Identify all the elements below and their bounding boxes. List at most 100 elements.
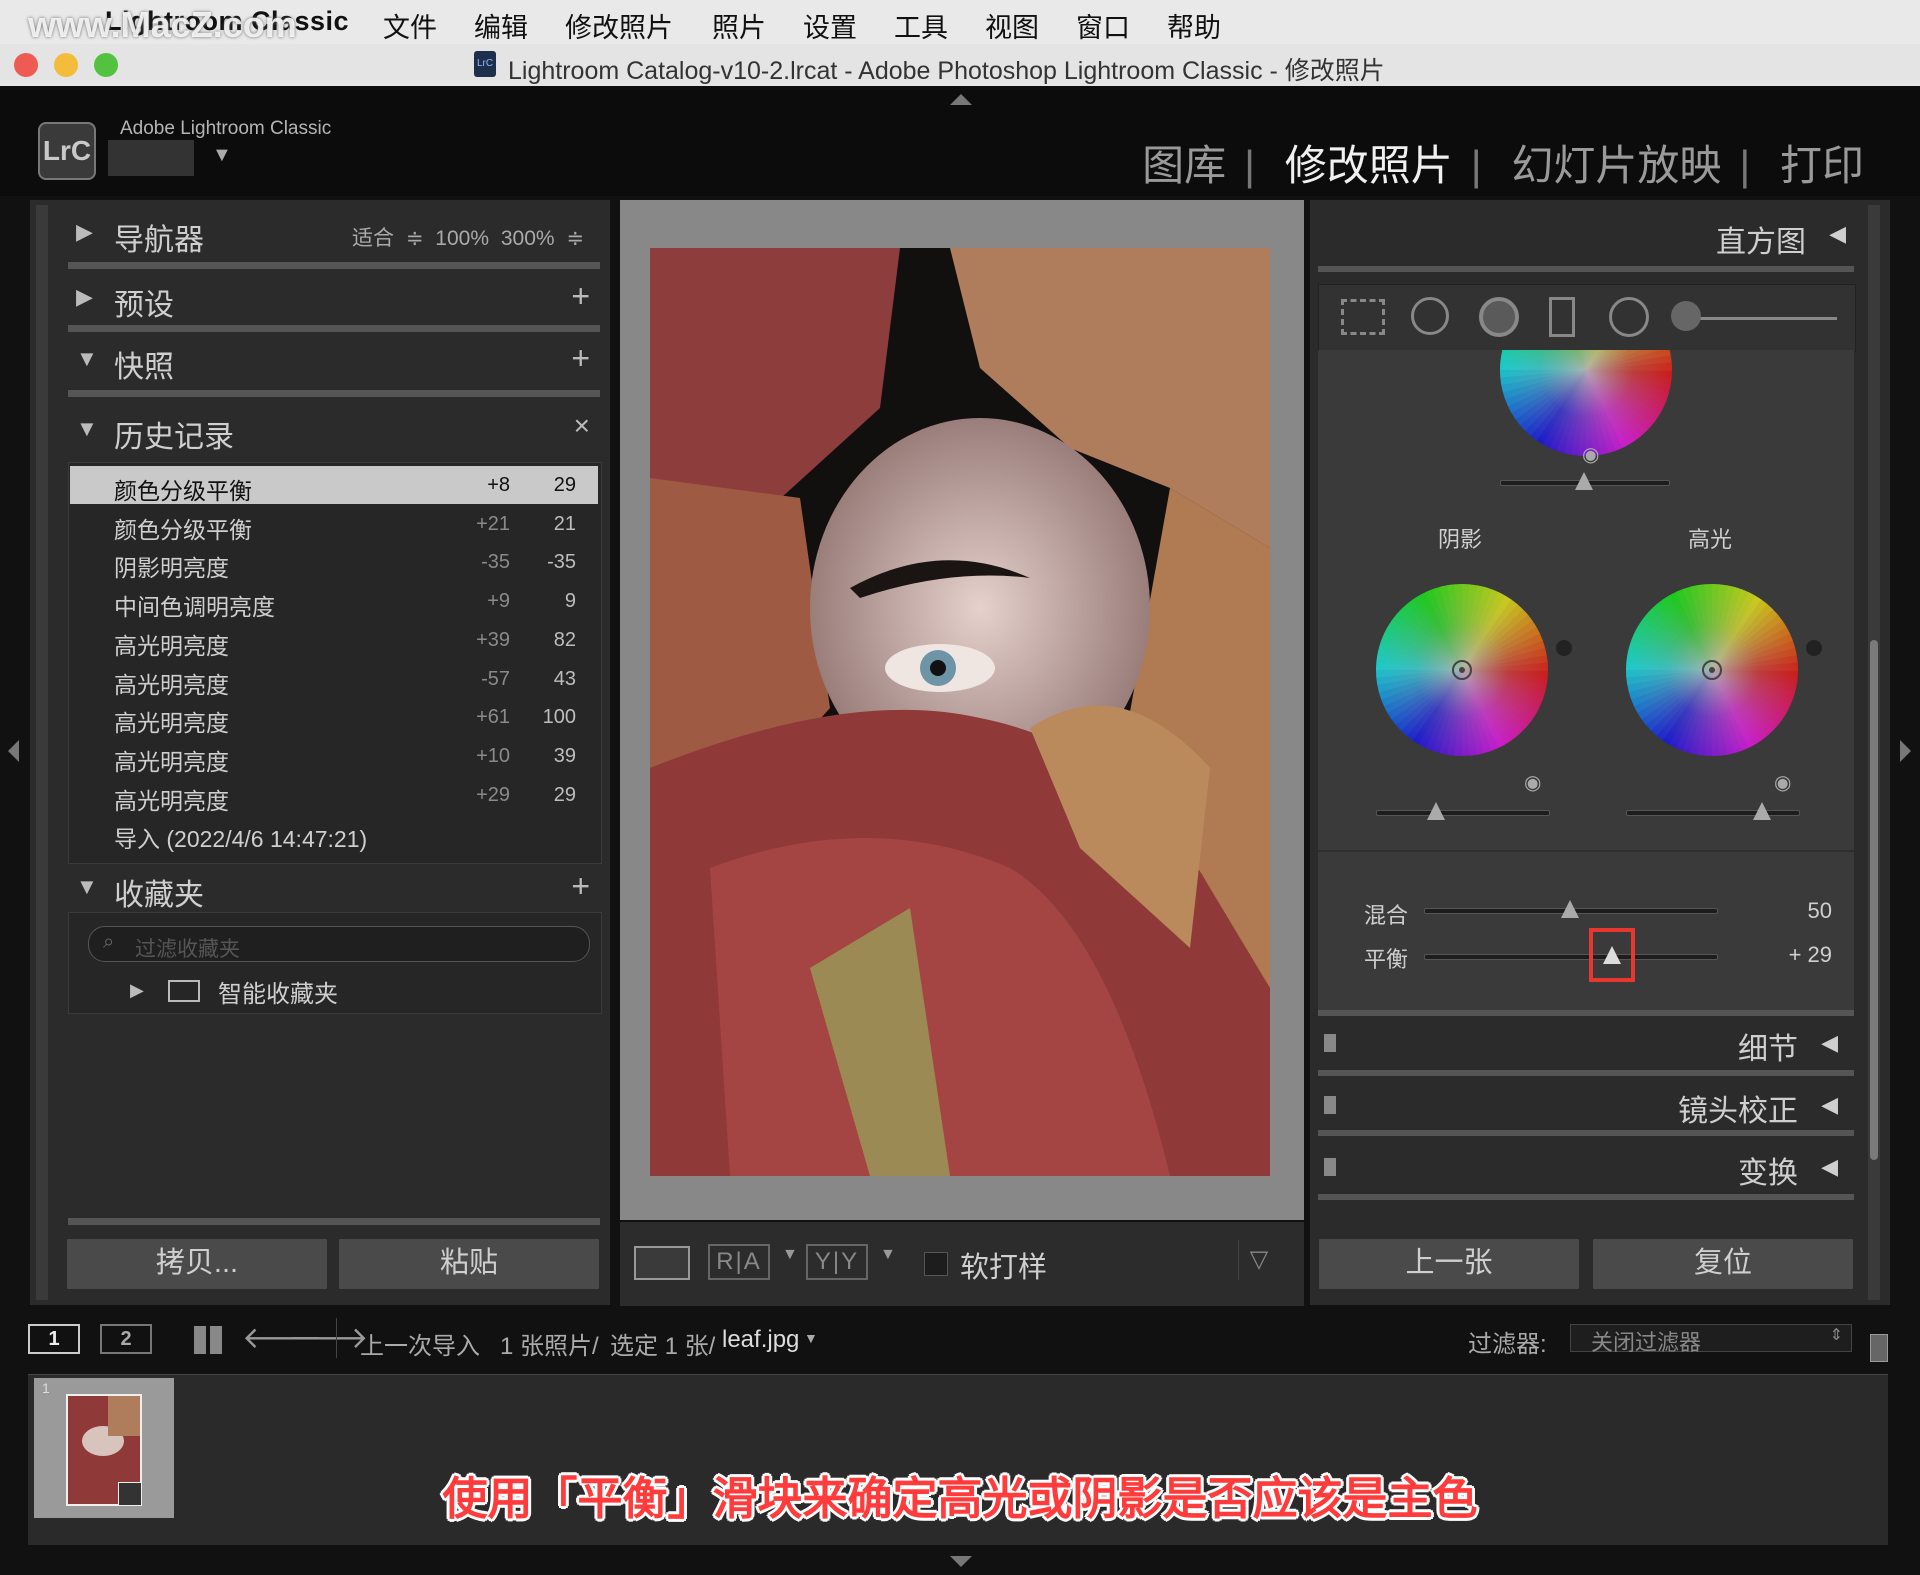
shadows-luminance-thumb[interactable] [1427,802,1445,820]
radial-filter-icon[interactable] [1609,297,1649,337]
identity-plate-box[interactable] [108,140,194,176]
adjustment-brush-icon[interactable] [1671,301,1701,331]
transform-section-header[interactable]: 变换 ◀ [1318,1140,1854,1196]
zoom-300-option[interactable]: 300% ≑ [501,227,584,250]
collections-filter-input[interactable]: ⌕ 过滤收藏夹 [88,926,590,962]
toolbar-options-chevron-icon[interactable]: ▽ [1238,1240,1279,1280]
history-row[interactable]: 高光明亮度 +10 39 [70,737,598,775]
menu-edit[interactable]: 编辑 [474,6,528,45]
menu-photo[interactable]: 照片 [712,6,766,45]
menu-window[interactable]: 窗口 [1076,6,1130,45]
collections-header[interactable]: ▼ 收藏夹 + [68,862,600,918]
primary-window-button[interactable]: 1 [28,1324,80,1354]
smart-collections-item[interactable]: 智能收藏夹 [218,974,338,1009]
before-after-left-right-button[interactable]: R|A [708,1244,770,1280]
watermark-text: www.MacZ.com [28,4,297,45]
zoom-fit-option[interactable]: 适合 ≑ [352,227,423,250]
right-panel-scrollbar-thumb[interactable] [1870,640,1878,1160]
highlights-color-wheel[interactable] [1626,584,1798,756]
secondary-window-button[interactable]: 2 [100,1324,152,1354]
filmstrip-source[interactable]: 上一次导入 [360,1326,480,1361]
zoom-100-option[interactable]: 100% [435,227,489,250]
highlights-luminance-thumb[interactable] [1753,802,1771,820]
grid-view-icon[interactable] [194,1326,222,1354]
eye-icon[interactable]: ◉ [1524,770,1541,795]
shadows-luminance-track[interactable] [1376,810,1550,816]
menu-view[interactable]: 视图 [985,6,1039,45]
reset-button[interactable]: 复位 [1592,1238,1854,1290]
history-row[interactable]: 颜色分级平衡 +21 21 [70,505,598,543]
previous-button[interactable]: 上一张 [1318,1238,1580,1290]
collapse-right-panel-arrow-icon[interactable] [1900,740,1911,762]
soft-proof-checkbox[interactable] [924,1252,948,1276]
filter-select[interactable]: 关闭过滤器 ⇕ [1570,1324,1852,1355]
module-slideshow[interactable]: 幻灯片放映 [1511,142,1721,189]
graduated-filter-icon[interactable] [1549,297,1575,337]
red-eye-icon[interactable] [1479,297,1519,337]
filter-lock-icon[interactable] [1870,1334,1888,1362]
triangle-right-icon[interactable]: ▶ [130,980,144,1001]
menu-settings[interactable]: 设置 [803,6,857,45]
eye-icon[interactable]: ◉ [1582,442,1599,467]
highlights-luminance-dot[interactable] [1806,640,1822,656]
arrow-right-icon[interactable]: 🡒 [288,1320,368,1356]
paste-button[interactable]: 粘贴 [338,1238,600,1290]
chevron-down-icon[interactable]: ▼ [880,1246,896,1264]
main-photo[interactable] [650,248,1270,1176]
history-row[interactable]: 导入 (2022/4/6 14:47:21) [70,814,598,852]
spot-removal-icon[interactable] [1411,297,1449,335]
presets-header[interactable]: ▶ 预设 + [68,272,600,328]
shadows-color-wheel[interactable] [1376,584,1548,756]
eye-icon[interactable]: ◉ [1774,770,1791,795]
menu-develop[interactable]: 修改照片 [565,6,673,45]
chevron-down-icon[interactable]: ▼ [212,144,232,167]
lrc-logo: LrC [38,122,96,180]
module-develop[interactable]: 修改照片 [1285,142,1453,189]
collapse-top-panel-arrow-icon[interactable] [950,94,972,105]
shadows-luminance-dot[interactable] [1556,640,1572,656]
collapse-left-panel-arrow-icon[interactable] [8,740,19,762]
close-window-button[interactable] [14,53,38,77]
history-row[interactable]: 中间色调明亮度 +9 9 [70,582,598,620]
menu-help[interactable]: 帮助 [1167,6,1221,45]
history-row[interactable]: 高光明亮度 +61 100 [70,698,598,736]
blending-slider-thumb[interactable] [1561,900,1579,918]
crop-overlay-icon[interactable] [1341,299,1385,335]
midtones-luminance-thumb[interactable] [1575,472,1593,490]
detail-section-header[interactable]: 细节 ◀ [1318,1016,1854,1072]
menu-file[interactable]: 文件 [383,6,437,45]
chevron-down-icon[interactable]: ▼ [804,1330,818,1346]
lens-corrections-section-header[interactable]: 镜头校正 ◀ [1318,1078,1854,1134]
add-collection-icon[interactable]: + [571,868,590,905]
balance-slider-track[interactable] [1424,954,1718,960]
add-snapshot-icon[interactable]: + [571,340,590,377]
history-row[interactable]: 高光明亮度 +29 29 [70,776,598,814]
history-row[interactable]: 高光明亮度 -57 43 [70,660,598,698]
zoom-window-button[interactable] [94,53,118,77]
add-preset-icon[interactable]: + [571,278,590,315]
clear-history-icon[interactable]: × [574,410,590,442]
menu-tools[interactable]: 工具 [894,6,948,45]
blending-value[interactable]: 50 [1808,898,1832,924]
chevron-down-icon[interactable]: ▼ [782,1246,798,1264]
history-header[interactable]: ▼ 历史记录 × [68,404,600,460]
panel-switch-icon[interactable] [1324,1158,1336,1176]
histogram-header[interactable]: 直方图 ◀ [1318,205,1854,265]
filmstrip-filename[interactable]: leaf.jpg [722,1326,799,1354]
balance-value[interactable]: + 29 [1789,942,1832,968]
loupe-view-icon[interactable] [634,1246,690,1280]
copy-button[interactable]: 拷贝... [66,1238,328,1290]
panel-switch-icon[interactable] [1324,1096,1336,1114]
before-after-top-bottom-button[interactable]: Y|Y [806,1244,868,1280]
history-row[interactable]: 高光明亮度 +39 82 [70,621,598,659]
midtones-color-wheel[interactable] [1500,350,1672,456]
panel-switch-icon[interactable] [1324,1034,1336,1052]
snapshots-header[interactable]: ▼ 快照 + [68,334,600,390]
history-row[interactable]: 阴影明亮度 -35 -35 [70,543,598,581]
history-row[interactable]: 颜色分级平衡 +8 29 [70,466,598,504]
highlights-luminance-track[interactable] [1626,810,1800,816]
minimize-window-button[interactable] [54,53,78,77]
collapse-bottom-panel-arrow-icon[interactable] [950,1556,972,1567]
module-library[interactable]: 图库 [1142,142,1226,189]
module-print[interactable]: 打印 [1780,142,1864,189]
